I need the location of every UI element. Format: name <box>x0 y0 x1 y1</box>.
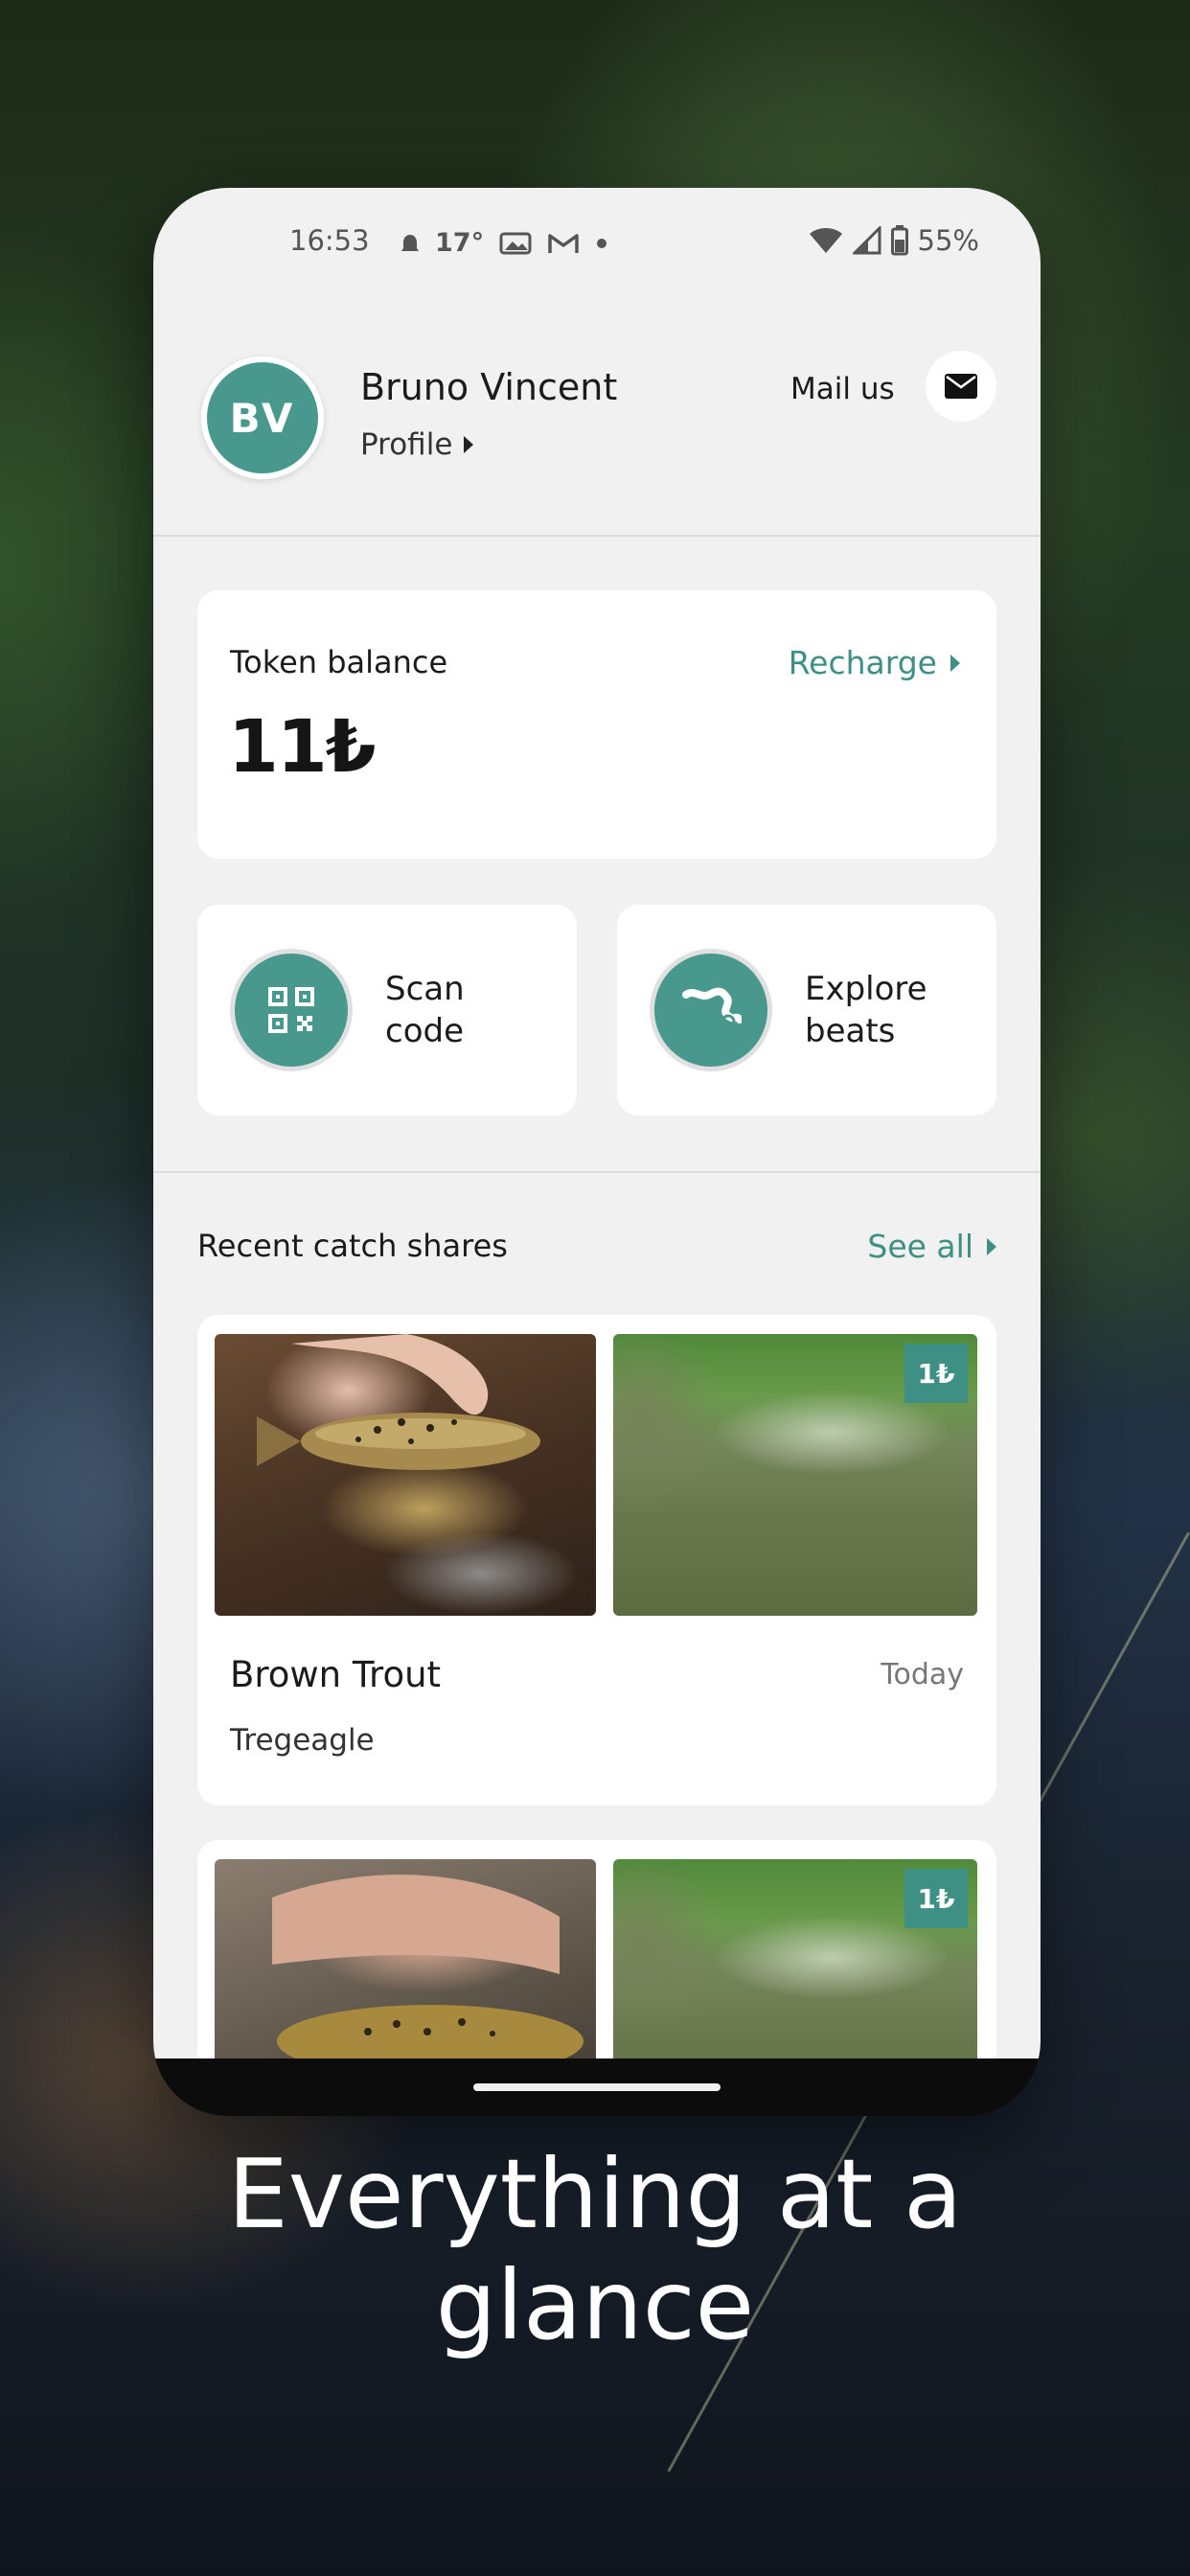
token-balance-value: 11₺ <box>228 703 377 789</box>
catch-card[interactable]: 1₺ Brown Trout Today Tregeagle <box>197 1315 996 1806</box>
phone-frame: 16:53 17° 55% BV Bruno Vincent Profile M… <box>153 188 1041 2116</box>
scan-code-icon-wrap <box>230 949 353 1071</box>
app-screen: 16:53 17° 55% BV Bruno Vincent Profile M… <box>153 188 1041 2058</box>
see-all-link[interactable]: See all <box>867 1228 996 1265</box>
catch-fish-photo <box>215 1859 596 2058</box>
wifi-icon <box>809 228 842 253</box>
status-left-icons: 17° <box>400 228 608 258</box>
battery-icon <box>890 225 908 256</box>
status-battery-text: 55% <box>917 224 979 257</box>
token-balance-label: Token balance <box>230 644 448 680</box>
explore-beats-icon-wrap <box>650 949 772 1071</box>
caption-line-2: glance <box>435 2249 755 2361</box>
scan-code-button[interactable]: Scan code <box>197 905 577 1116</box>
caret-right-icon <box>464 436 474 453</box>
scan-code-label: Scan code <box>385 970 465 1050</box>
catch-fish-photo <box>215 1334 596 1616</box>
notification-dot-icon <box>401 234 419 251</box>
token-cost-badge: 1₺ <box>904 1869 968 1928</box>
actions-divider <box>153 1171 1041 1173</box>
token-cost-badge: 1₺ <box>904 1344 968 1403</box>
caret-right-icon <box>950 654 960 672</box>
explore-beats-button[interactable]: Explore beats <box>617 905 996 1116</box>
profile-link-label: Profile <box>360 427 453 462</box>
explore-beats-label: Explore beats <box>805 970 927 1050</box>
catch-location-photo: 1₺ <box>613 1334 977 1616</box>
gmail-icon <box>548 233 579 253</box>
status-bar: 16:53 17° 55% <box>153 224 1041 282</box>
status-time: 16:53 <box>289 224 370 257</box>
recharge-label: Recharge <box>788 644 937 681</box>
caret-right-icon <box>987 1237 996 1255</box>
trout-illustration <box>257 1334 540 1470</box>
mail-icon <box>945 374 977 399</box>
caption-line-1: Everything at a <box>227 2138 963 2250</box>
token-balance-card: Token balance Recharge 11₺ <box>197 590 996 859</box>
catch-location-photo: 1₺ <box>613 1859 977 2058</box>
home-indicator[interactable] <box>473 2083 721 2091</box>
status-temperature: 17° <box>435 228 485 258</box>
header-divider <box>153 535 1041 537</box>
catch-location: Tregeagle <box>230 1723 375 1758</box>
signal-icon <box>852 226 881 255</box>
trout-illustration <box>272 1874 584 2058</box>
user-name: Bruno Vincent <box>360 366 618 408</box>
catch-card[interactable]: 1₺ <box>197 1840 996 2058</box>
dot-icon <box>597 238 607 248</box>
river-icon <box>682 987 742 1029</box>
catch-species: Brown Trout <box>230 1654 442 1695</box>
photo-icon <box>499 232 532 254</box>
profile-link[interactable]: Profile <box>360 427 474 462</box>
status-right: 55% <box>809 224 979 257</box>
avatar[interactable]: BV <box>201 356 324 479</box>
catch-date: Today <box>881 1658 964 1691</box>
mail-us-label[interactable]: Mail us <box>790 372 895 406</box>
recent-catch-shares-title: Recent catch shares <box>197 1228 508 1264</box>
mail-button[interactable] <box>926 351 996 422</box>
marketing-caption: Everything at a glance <box>0 2139 1190 2361</box>
recharge-link[interactable]: Recharge <box>789 644 960 681</box>
see-all-label: See all <box>867 1228 973 1265</box>
qr-code-icon <box>268 987 314 1033</box>
